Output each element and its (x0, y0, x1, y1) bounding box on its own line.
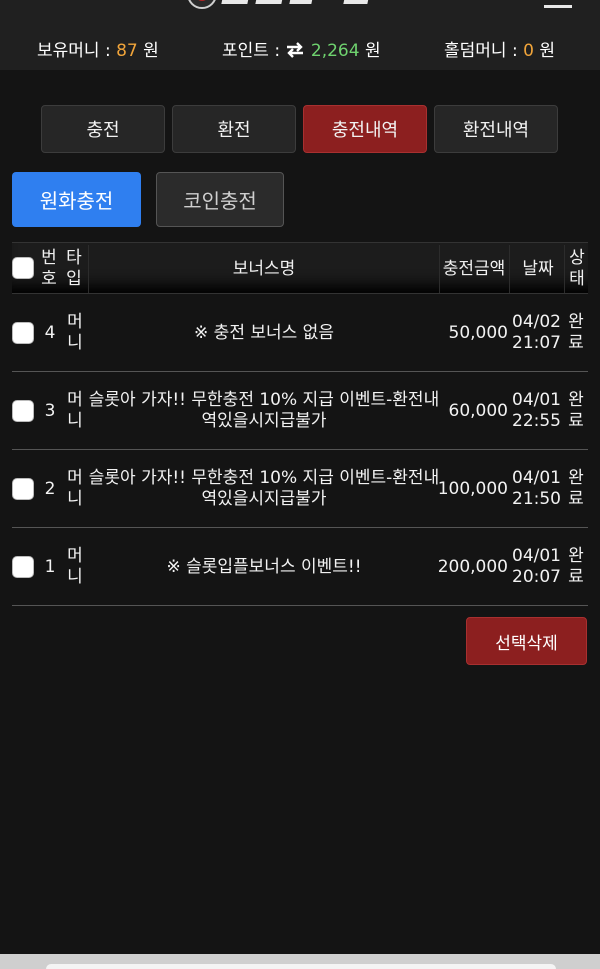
row-date: 04/01 22:55 (512, 390, 561, 431)
row-bonus: 슬롯아 가자!! 무한충전 10% 지급 이벤트-환전내역있을시지급불가 (88, 468, 440, 509)
row-checkbox[interactable] (12, 556, 34, 578)
table-row: 2 머니 슬롯아 가자!! 무한충전 10% 지급 이벤트-환전내역있을시지급불… (12, 450, 588, 528)
header-bonus: 보너스명 (232, 258, 296, 279)
row-no: 1 (44, 556, 56, 577)
row-amount: 50,000 (448, 322, 508, 343)
column-divider (564, 245, 565, 293)
row-date: 04/01 20:07 (512, 546, 561, 587)
charge-history-table: 번호 타입 보너스명 충전금액 날짜 상태 4 머니 ※ 충전 보너스 없음 5… (12, 242, 588, 606)
holdem-money-value: 0 (523, 41, 534, 61)
holdem-money-unit: 원 (539, 41, 555, 61)
holdem-money-label: 홀덤머니 : (444, 41, 518, 61)
header-status: 상태 (569, 248, 585, 289)
table-header: 번호 타입 보너스명 충전금액 날짜 상태 (12, 242, 588, 294)
hamburger-menu-icon[interactable] (544, 0, 572, 8)
row-no: 2 (44, 478, 56, 499)
row-status: 완료 (568, 546, 584, 587)
table-row: 4 머니 ※ 충전 보너스 없음 50,000 04/02 21:07 완료 (12, 294, 588, 372)
row-bonus: ※ 충전 보너스 없음 (194, 322, 334, 343)
held-money: 보유머니 : 87 원 (37, 36, 159, 61)
main-tabs: 충전 환전 충전내역 환전내역 (41, 105, 559, 154)
exchange-arrows-icon[interactable] (285, 42, 305, 63)
row-amount: 200,000 (437, 556, 508, 577)
coin-charge-tab[interactable]: 코인충전 (156, 172, 284, 227)
address-bar[interactable] (46, 964, 556, 969)
tab-charge-history[interactable]: 충전내역 (303, 105, 427, 153)
holdem-money: 홀덤머니 : 0 원 (444, 36, 555, 61)
row-bonus: 슬롯아 가자!! 무한충전 10% 지급 이벤트-환전내역있을시지급불가 (88, 390, 440, 431)
header-no: 번호 (41, 248, 57, 289)
row-date: 04/01 21:50 (512, 468, 561, 509)
row-checkbox[interactable] (12, 400, 34, 422)
header-type: 타입 (66, 248, 82, 289)
row-type: 머니 (67, 468, 83, 509)
held-money-unit: 원 (143, 41, 159, 61)
tab-exchange-history[interactable]: 환전내역 (434, 105, 558, 153)
row-checkbox[interactable] (12, 322, 34, 344)
row-type: 머니 (67, 390, 83, 431)
top-bar: 보유머니 : 87 원 포인트 : 2,264 원 홀덤머니 : 0 원 (0, 0, 600, 70)
row-type: 머니 (67, 312, 83, 353)
tab-charge[interactable]: 충전 (41, 105, 165, 153)
row-status: 완료 (568, 390, 584, 431)
header-date: 날짜 (522, 258, 554, 279)
table-row: 1 머니 ※ 슬롯입플보너스 이벤트!! 200,000 04/01 20:07… (12, 528, 588, 606)
currency-tabs: 원화충전 코인충전 (12, 172, 312, 228)
points-label: 포인트 : (222, 41, 281, 61)
row-amount: 100,000 (437, 478, 508, 499)
points-value: 2,264 (310, 41, 360, 61)
held-money-value: 87 (116, 41, 138, 61)
balance-bar: 보유머니 : 87 원 포인트 : 2,264 원 홀덤머니 : 0 원 (0, 36, 600, 63)
delete-selected-button[interactable]: 선택삭제 (466, 617, 587, 665)
row-no: 3 (44, 400, 56, 421)
header-amount: 충전금액 (442, 258, 506, 279)
select-all-checkbox[interactable] (12, 257, 34, 279)
row-type: 머니 (67, 546, 83, 587)
row-bonus: ※ 슬롯입플보너스 이벤트!! (166, 556, 362, 577)
tab-exchange[interactable]: 환전 (172, 105, 296, 153)
row-status: 완료 (568, 468, 584, 509)
row-no: 4 (44, 322, 56, 343)
held-money-label: 보유머니 : (37, 41, 111, 61)
table-row: 3 머니 슬롯아 가자!! 무한충전 10% 지급 이벤트-환전내역있을시지급불… (12, 372, 588, 450)
krw-charge-tab[interactable]: 원화충전 (12, 172, 141, 227)
site-logo[interactable] (188, 0, 398, 12)
row-status: 완료 (568, 312, 584, 353)
row-date: 04/02 21:07 (512, 312, 561, 353)
row-checkbox[interactable] (12, 478, 34, 500)
points-unit: 원 (364, 41, 381, 61)
points: 포인트 : 2,264 원 (222, 36, 381, 63)
column-divider (509, 245, 510, 293)
row-amount: 60,000 (448, 400, 508, 421)
